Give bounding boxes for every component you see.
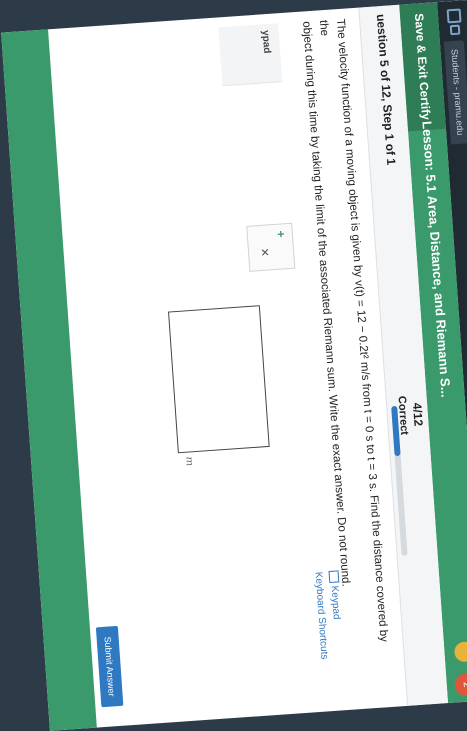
help-icon[interactable] xyxy=(453,641,467,663)
tabs-icon xyxy=(449,24,461,36)
plus-icon[interactable]: + xyxy=(274,230,288,238)
answer-unit: m xyxy=(183,456,195,467)
keypad-icon xyxy=(328,570,339,584)
answer-input[interactable] xyxy=(168,305,270,454)
keypad-panel: ypad xyxy=(218,23,283,87)
close-icon[interactable]: ✕ xyxy=(258,247,272,257)
keypad-side-label: ypad xyxy=(259,29,273,54)
footer-band xyxy=(1,29,97,731)
question-number: uestion 5 of 12, Step 1 of 1 xyxy=(373,13,399,166)
screen: Students - pramu.edu Save & Exit Certify… xyxy=(1,0,467,731)
answer-toolbox: + ✕ xyxy=(246,222,296,272)
submit-answer-button[interactable]: Submit Answer xyxy=(95,625,124,708)
score: 4/12 Correct xyxy=(395,384,427,446)
score-fraction: 4/12 xyxy=(409,402,426,427)
keyboard-shortcuts-link[interactable]: Keyboard Shortcuts xyxy=(313,571,330,659)
keypad-label: Keypad xyxy=(328,585,342,620)
notification-badge[interactable]: 2 xyxy=(454,673,467,697)
window-icon xyxy=(446,8,462,24)
browser-tab[interactable]: Students - pramu.edu xyxy=(443,40,467,145)
